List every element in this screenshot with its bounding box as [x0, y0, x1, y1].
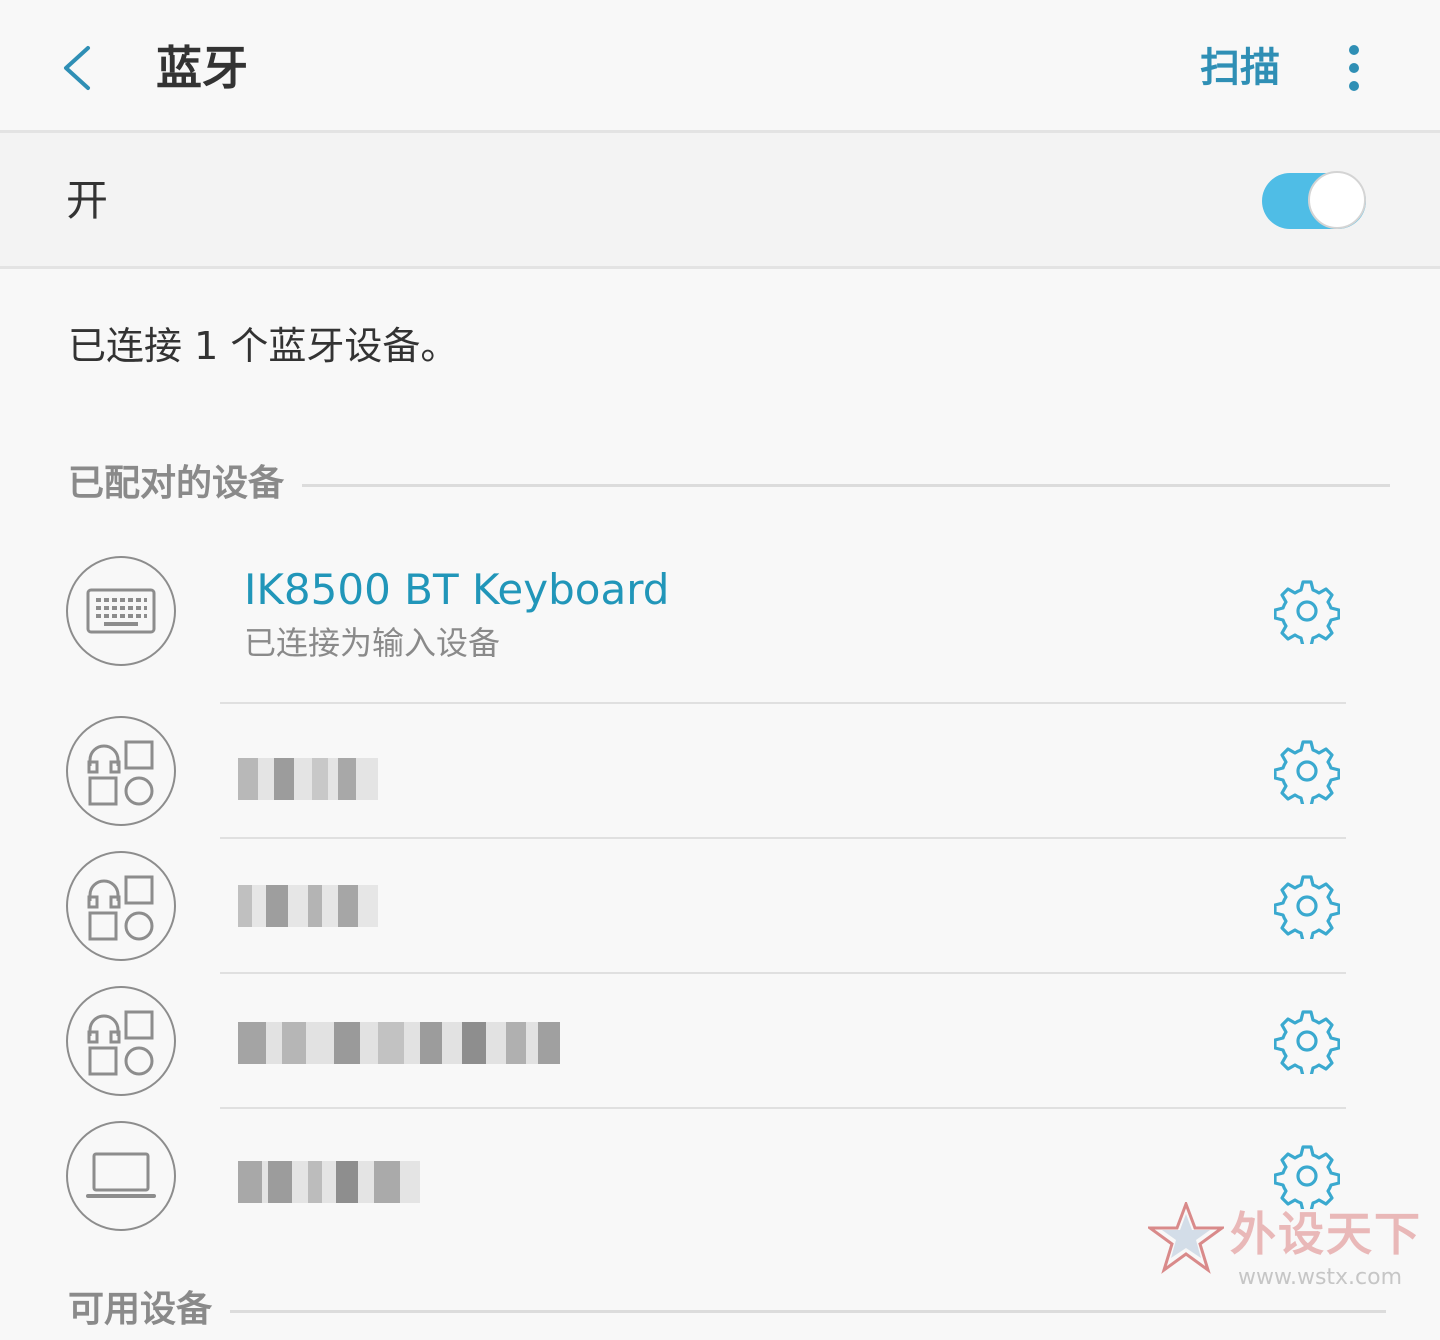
device-name-redacted	[238, 758, 378, 800]
app-bar: 蓝牙 扫描	[0, 0, 1440, 133]
watermark-brand: 外设天下	[1230, 1207, 1422, 1261]
gear-icon	[1273, 580, 1341, 648]
paired-device-row[interactable]	[0, 974, 1440, 1108]
bluetooth-toggle-row[interactable]: 开	[0, 133, 1440, 269]
toggle-label: 开	[66, 176, 109, 225]
device-name-redacted	[238, 885, 378, 927]
more-options-button[interactable]	[1330, 40, 1378, 96]
section-divider	[68, 1310, 1386, 1313]
watermark-url: www.wstx.com	[1238, 1265, 1403, 1290]
back-button[interactable]	[52, 40, 108, 96]
bluetooth-switch[interactable]	[1262, 171, 1366, 229]
paired-device-row[interactable]	[0, 839, 1440, 973]
star-logo-icon	[1148, 1202, 1224, 1274]
device-name: IK8500 BT Keyboard	[244, 565, 670, 614]
watermark: 外设天下 www.wstx.com	[1148, 1198, 1428, 1298]
device-name-redacted	[238, 1161, 420, 1203]
device-name-redacted	[238, 1022, 560, 1064]
device-icon-circle	[66, 716, 176, 826]
laptop-icon	[86, 1152, 156, 1198]
keyboard-icon	[86, 588, 156, 634]
chevron-left-icon	[64, 46, 90, 90]
device-icon-circle	[66, 986, 176, 1096]
gear-icon	[1273, 1010, 1341, 1078]
headset-grid-icon	[87, 875, 154, 941]
scan-button[interactable]: 扫描	[1200, 38, 1280, 98]
gear-icon	[1273, 740, 1341, 808]
paired-devices-header: 已配对的设备	[68, 454, 1390, 514]
device-settings-button[interactable]	[1273, 873, 1341, 943]
device-settings-button[interactable]	[1273, 578, 1341, 648]
headset-grid-icon	[87, 1010, 154, 1076]
gear-icon	[1273, 875, 1341, 943]
switch-knob	[1308, 171, 1366, 229]
paired-device-row[interactable]	[0, 704, 1440, 838]
connection-status: 已连接 1 个蓝牙设备。	[68, 324, 459, 368]
section-label: 可用设备	[68, 1280, 231, 1340]
paired-device-row[interactable]: IK8500 BT Keyboard 已连接为输入设备	[0, 540, 1440, 700]
headset-grid-icon	[87, 740, 154, 806]
device-settings-button[interactable]	[1273, 1008, 1341, 1078]
device-settings-button[interactable]	[1273, 738, 1341, 808]
device-status: 已连接为输入设备	[244, 624, 501, 662]
device-icon-circle	[66, 1121, 176, 1231]
section-label: 已配对的设备	[68, 454, 303, 514]
device-icon-circle	[66, 851, 176, 961]
device-icon-circle	[66, 556, 176, 666]
more-vertical-icon	[1349, 45, 1359, 91]
page-title: 蓝牙	[156, 41, 248, 95]
